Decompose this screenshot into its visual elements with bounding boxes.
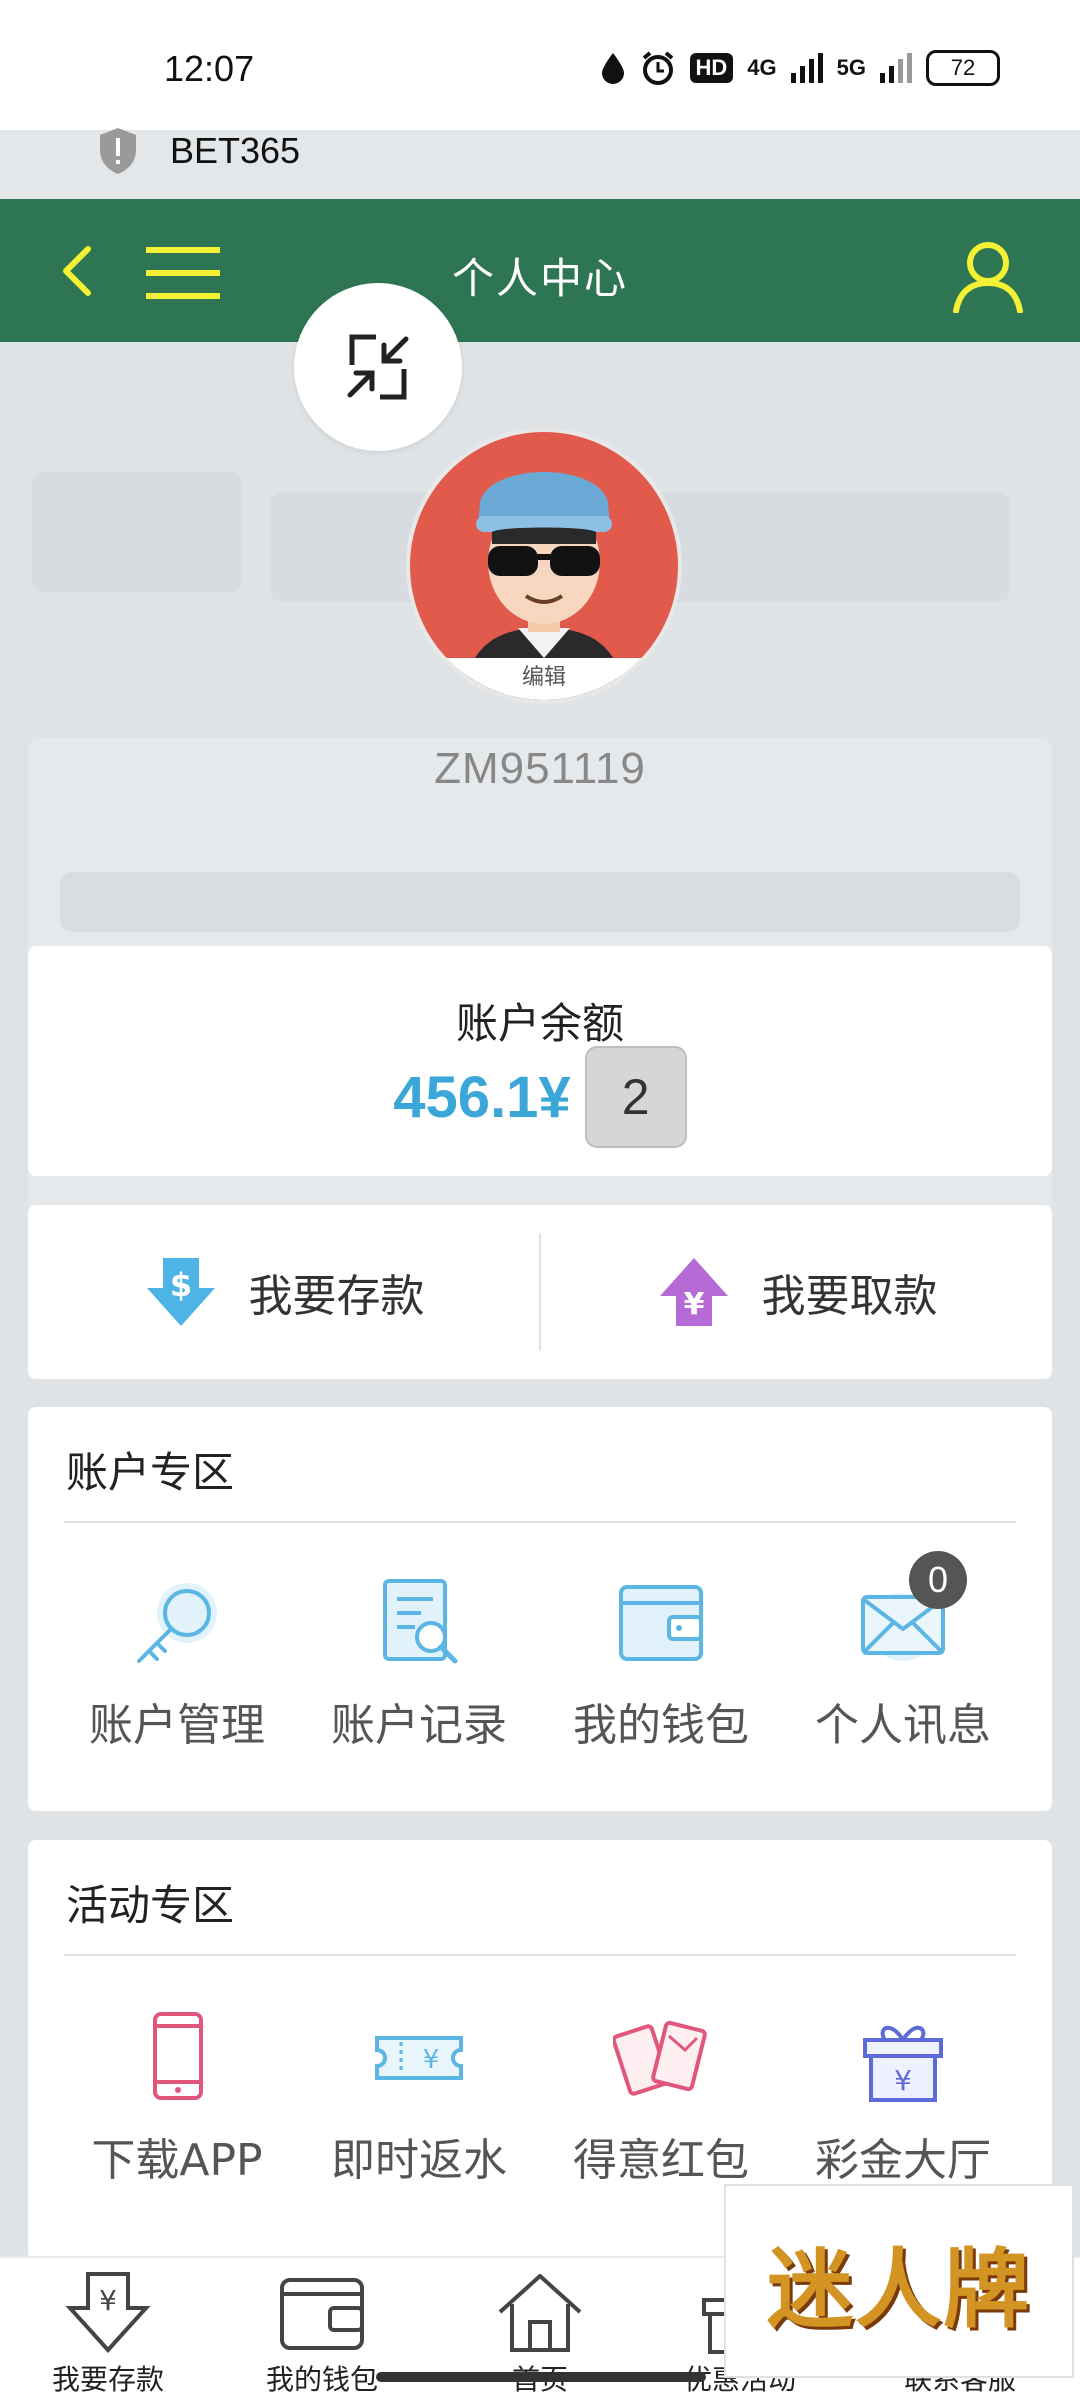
battery-level: 72	[950, 55, 976, 80]
account-records-item[interactable]: 账户记录	[298, 1575, 540, 1753]
gift-icon: ¥	[863, 2026, 943, 2102]
site-info[interactable]: BET365	[96, 126, 300, 176]
hd-indicator: HD	[689, 53, 734, 83]
my-wallet-item[interactable]: 我的钱包	[540, 1575, 782, 1753]
account-section-title: 账户专区	[66, 1448, 235, 1497]
personal-messages-item[interactable]: 0 个人讯息	[782, 1551, 1024, 1753]
system-icons: HD 4G 5G 72	[600, 50, 1000, 86]
header-bar: 个人中心	[0, 199, 1080, 342]
wallet-icon	[619, 1585, 703, 1661]
withdraw-button[interactable]: ¥ 我要取款	[541, 1254, 1052, 1330]
status-time: 12:07	[164, 48, 255, 89]
instant-rebate-item[interactable]: ¥ 即时返水	[298, 2010, 540, 2188]
status-bar: 12:07 HD 4G 5G 72 BET365	[0, 0, 1080, 174]
svg-text:¥: ¥	[423, 2045, 440, 2075]
nav-wallet-label: 我的钱包	[265, 2363, 378, 2396]
deposit-label: 我要存款	[248, 1271, 425, 1322]
deposit-icon: ¥	[65, 2272, 151, 2353]
balance-count-badge[interactable]: 2	[584, 1046, 687, 1148]
red-envelope-label: 得意红包	[573, 2135, 749, 2186]
svg-text:¥: ¥	[894, 2064, 912, 2097]
home-icon	[498, 2274, 582, 2352]
personal-messages-label: 个人讯息	[815, 1700, 991, 1751]
balance-row: 456.1¥ 2	[28, 1046, 1052, 1148]
ad-text: 迷人牌	[767, 2238, 1031, 2340]
account-management-item[interactable]: 账户管理	[56, 1575, 298, 1753]
water-drop-icon	[601, 53, 624, 84]
collapse-button[interactable]	[294, 283, 462, 451]
download-app-item[interactable]: 下载APP	[56, 2010, 298, 2188]
bonus-hall-item[interactable]: ¥ 彩金大厅	[782, 2010, 1024, 2188]
section-divider	[64, 1521, 1016, 1523]
download-app-label: 下载APP	[91, 2135, 263, 2186]
home-indicator[interactable]	[376, 2372, 706, 2382]
battery-icon: 72	[926, 50, 1000, 86]
signal-icon	[790, 53, 823, 83]
balance-label: 账户余额	[455, 999, 624, 1048]
avatar-edit-label[interactable]: 编辑	[410, 658, 678, 700]
phone-icon	[153, 2012, 203, 2100]
user-icon[interactable]	[950, 237, 1026, 313]
message-count-badge: 0	[909, 1551, 967, 1609]
page-title: 个人中心	[451, 254, 628, 303]
red-envelope-icon	[613, 2020, 707, 2096]
username: ZM951119	[434, 744, 646, 793]
network-5g-icon: 5G	[836, 55, 866, 80]
bonus-hall-label: 彩金大厅	[815, 2135, 991, 2186]
deposit-button[interactable]: $ 我要存款	[28, 1254, 539, 1330]
ticket-icon: ¥	[375, 2036, 463, 2080]
avatar[interactable]: 编辑	[406, 428, 682, 704]
mail-icon-wrap: 0	[855, 1551, 967, 1671]
ghost-block	[60, 872, 1020, 932]
floating-ad[interactable]: 迷人牌	[724, 2184, 1074, 2378]
key-icon	[137, 1583, 217, 1663]
record-search-icon	[383, 1579, 458, 1664]
instant-rebate-label: 即时返水	[331, 2135, 507, 2186]
wallet-icon	[280, 2278, 364, 2350]
withdraw-label: 我要取款	[761, 1271, 938, 1322]
network-4g-icon: 4G	[747, 55, 777, 80]
balance-card: 账户余额 456.1¥ 2	[28, 946, 1052, 1176]
site-name: BET365	[170, 130, 301, 171]
balance-value: 456.1¥	[393, 1064, 571, 1130]
withdraw-arrow-icon: ¥	[659, 1258, 728, 1326]
activity-section-title: 活动专区	[66, 1881, 235, 1930]
account-records-label: 账户记录	[331, 1700, 507, 1751]
deposit-withdraw-card: $ 我要存款 ¥ 我要取款	[28, 1205, 1052, 1379]
nav-deposit[interactable]: ¥ 我要存款	[8, 2258, 208, 2402]
account-management-label: 账户管理	[89, 1700, 265, 1751]
account-section: 账户专区 账户管理 账户记录 我的钱包 0 个人讯息	[28, 1407, 1052, 1811]
collapse-arrows-icon	[347, 334, 409, 400]
red-envelope-item[interactable]: 得意红包	[540, 2010, 782, 2188]
svg-text:¥: ¥	[683, 1287, 704, 1322]
svg-text:$: $	[169, 1266, 191, 1304]
my-wallet-label: 我的钱包	[573, 1700, 749, 1751]
shield-warning-icon	[100, 128, 136, 174]
signal-icon-2	[880, 53, 912, 83]
nav-deposit-label: 我要存款	[51, 2363, 164, 2396]
svg-text:¥: ¥	[99, 2284, 117, 2317]
section-divider	[64, 1954, 1016, 1956]
ghost-block	[32, 472, 242, 592]
alarm-icon	[642, 51, 673, 85]
deposit-arrow-icon: $	[146, 1258, 215, 1326]
